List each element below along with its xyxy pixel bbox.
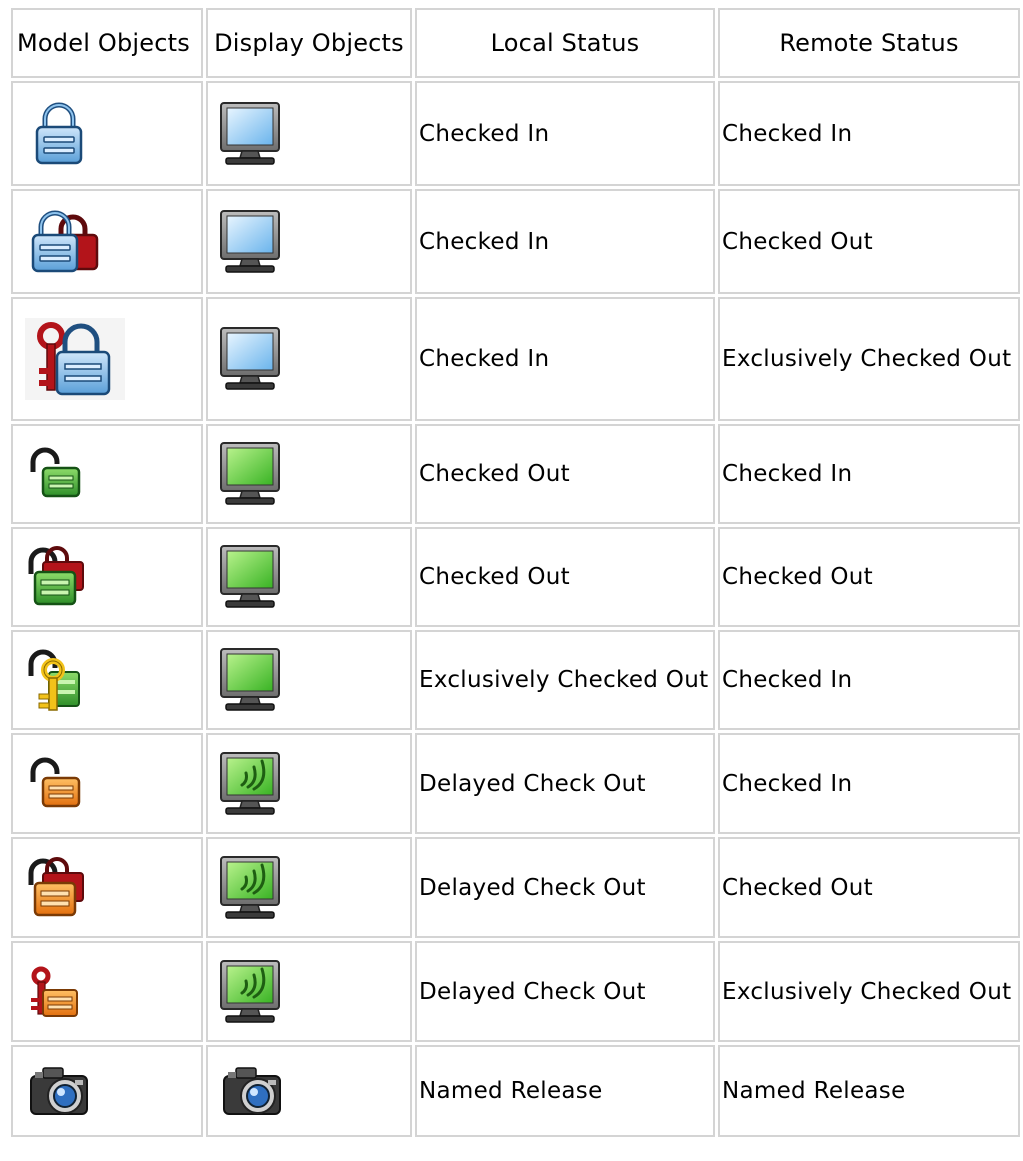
local-status-cell: Delayed Check Out: [415, 733, 715, 834]
remote-status-cell: Checked In: [718, 630, 1020, 730]
model-object-cell: [11, 424, 203, 524]
model-object-cell: [11, 297, 203, 421]
lock-open-green-with-red-lock-icon: [28, 546, 84, 606]
local-status-cell: Checked Out: [415, 527, 715, 627]
camera-icon: [30, 1067, 88, 1115]
table-row: Checked Out Checked Out: [11, 527, 1020, 627]
table-row: Delayed Check Out Checked In: [11, 733, 1020, 834]
table-row: Delayed Check Out Exclusively Checked Ou…: [11, 941, 1020, 1042]
monitor-green-signal-icon: [220, 751, 280, 815]
display-object-cell: [206, 630, 412, 730]
table-row: Delayed Check Out Checked Out: [11, 837, 1020, 938]
monitor-green-signal-icon: [220, 855, 280, 919]
model-object-cell: [11, 941, 203, 1042]
display-object-cell: [206, 424, 412, 524]
header-row: Model Objects Display Objects Local Stat…: [11, 8, 1020, 78]
remote-status-cell: Named Release: [718, 1045, 1020, 1137]
monitor-blue-icon: [220, 327, 280, 390]
local-status-cell: Named Release: [415, 1045, 715, 1137]
model-object-cell: [11, 630, 203, 730]
display-object-cell: [206, 837, 412, 938]
lock-closed-blue-icon: [25, 99, 95, 169]
model-object-cell: [11, 189, 203, 294]
local-status-cell: Checked In: [415, 189, 715, 294]
column-header-local-status: Local Status: [415, 8, 715, 78]
display-object-cell: [206, 733, 412, 834]
local-status-cell: Checked Out: [415, 424, 715, 524]
lock-open-orange-with-red-lock-icon: [28, 856, 84, 916]
column-header-display-objects: Display Objects: [206, 8, 412, 78]
table-row: Checked Out Checked In: [11, 424, 1020, 524]
local-status-cell: Checked In: [415, 297, 715, 421]
remote-status-cell: Checked Out: [718, 527, 1020, 627]
monitor-blue-icon: [220, 101, 280, 165]
model-object-cell: [11, 837, 203, 938]
remote-status-cell: Checked Out: [718, 189, 1020, 294]
status-legend-table: Model Objects Display Objects Local Stat…: [8, 5, 1023, 1140]
lock-closed-blue-with-red-lock-icon: [25, 207, 101, 277]
model-object-cell: [11, 81, 203, 186]
display-object-cell: [206, 527, 412, 627]
display-object-cell: [206, 297, 412, 421]
lock-green-with-yellow-key-icon: [28, 649, 80, 711]
remote-status-cell: Checked In: [718, 733, 1020, 834]
display-object-cell: [206, 941, 412, 1042]
local-status-cell: Exclusively Checked Out: [415, 630, 715, 730]
remote-status-cell: Checked In: [718, 81, 1020, 186]
lock-open-green-icon: [30, 447, 81, 498]
table-row: Checked In Checked Out: [11, 189, 1020, 294]
lock-open-orange-icon: [30, 757, 81, 807]
remote-status-cell: Checked In: [718, 424, 1020, 524]
local-status-cell: Delayed Check Out: [415, 837, 715, 938]
monitor-green-icon: [220, 648, 280, 711]
display-object-cell: [206, 81, 412, 186]
column-header-remote-status: Remote Status: [718, 8, 1020, 78]
remote-status-cell: Checked Out: [718, 837, 1020, 938]
monitor-green-icon: [220, 545, 280, 608]
lock-closed-blue-with-red-key-icon: [25, 318, 125, 400]
monitor-green-signal-icon: [220, 959, 280, 1023]
remote-status-cell: Exclusively Checked Out: [718, 297, 1020, 421]
display-object-cell: [206, 189, 412, 294]
table-row: Checked In Checked In: [11, 81, 1020, 186]
table-row: Checked In Exclusively Checked Out: [11, 297, 1020, 421]
monitor-green-icon: [220, 442, 280, 505]
table-row: Named Release Named Release: [11, 1045, 1020, 1137]
table-row: Exclusively Checked Out Checked In: [11, 630, 1020, 730]
local-status-cell: Delayed Check Out: [415, 941, 715, 1042]
model-object-cell: [11, 527, 203, 627]
column-header-model-objects: Model Objects: [11, 8, 203, 78]
monitor-blue-icon: [220, 209, 280, 273]
model-object-cell: [11, 1045, 203, 1137]
lock-orange-with-red-key-icon: [31, 966, 78, 1017]
camera-icon: [223, 1067, 281, 1115]
display-object-cell: [206, 1045, 412, 1137]
remote-status-cell: Exclusively Checked Out: [718, 941, 1020, 1042]
local-status-cell: Checked In: [415, 81, 715, 186]
model-object-cell: [11, 733, 203, 834]
